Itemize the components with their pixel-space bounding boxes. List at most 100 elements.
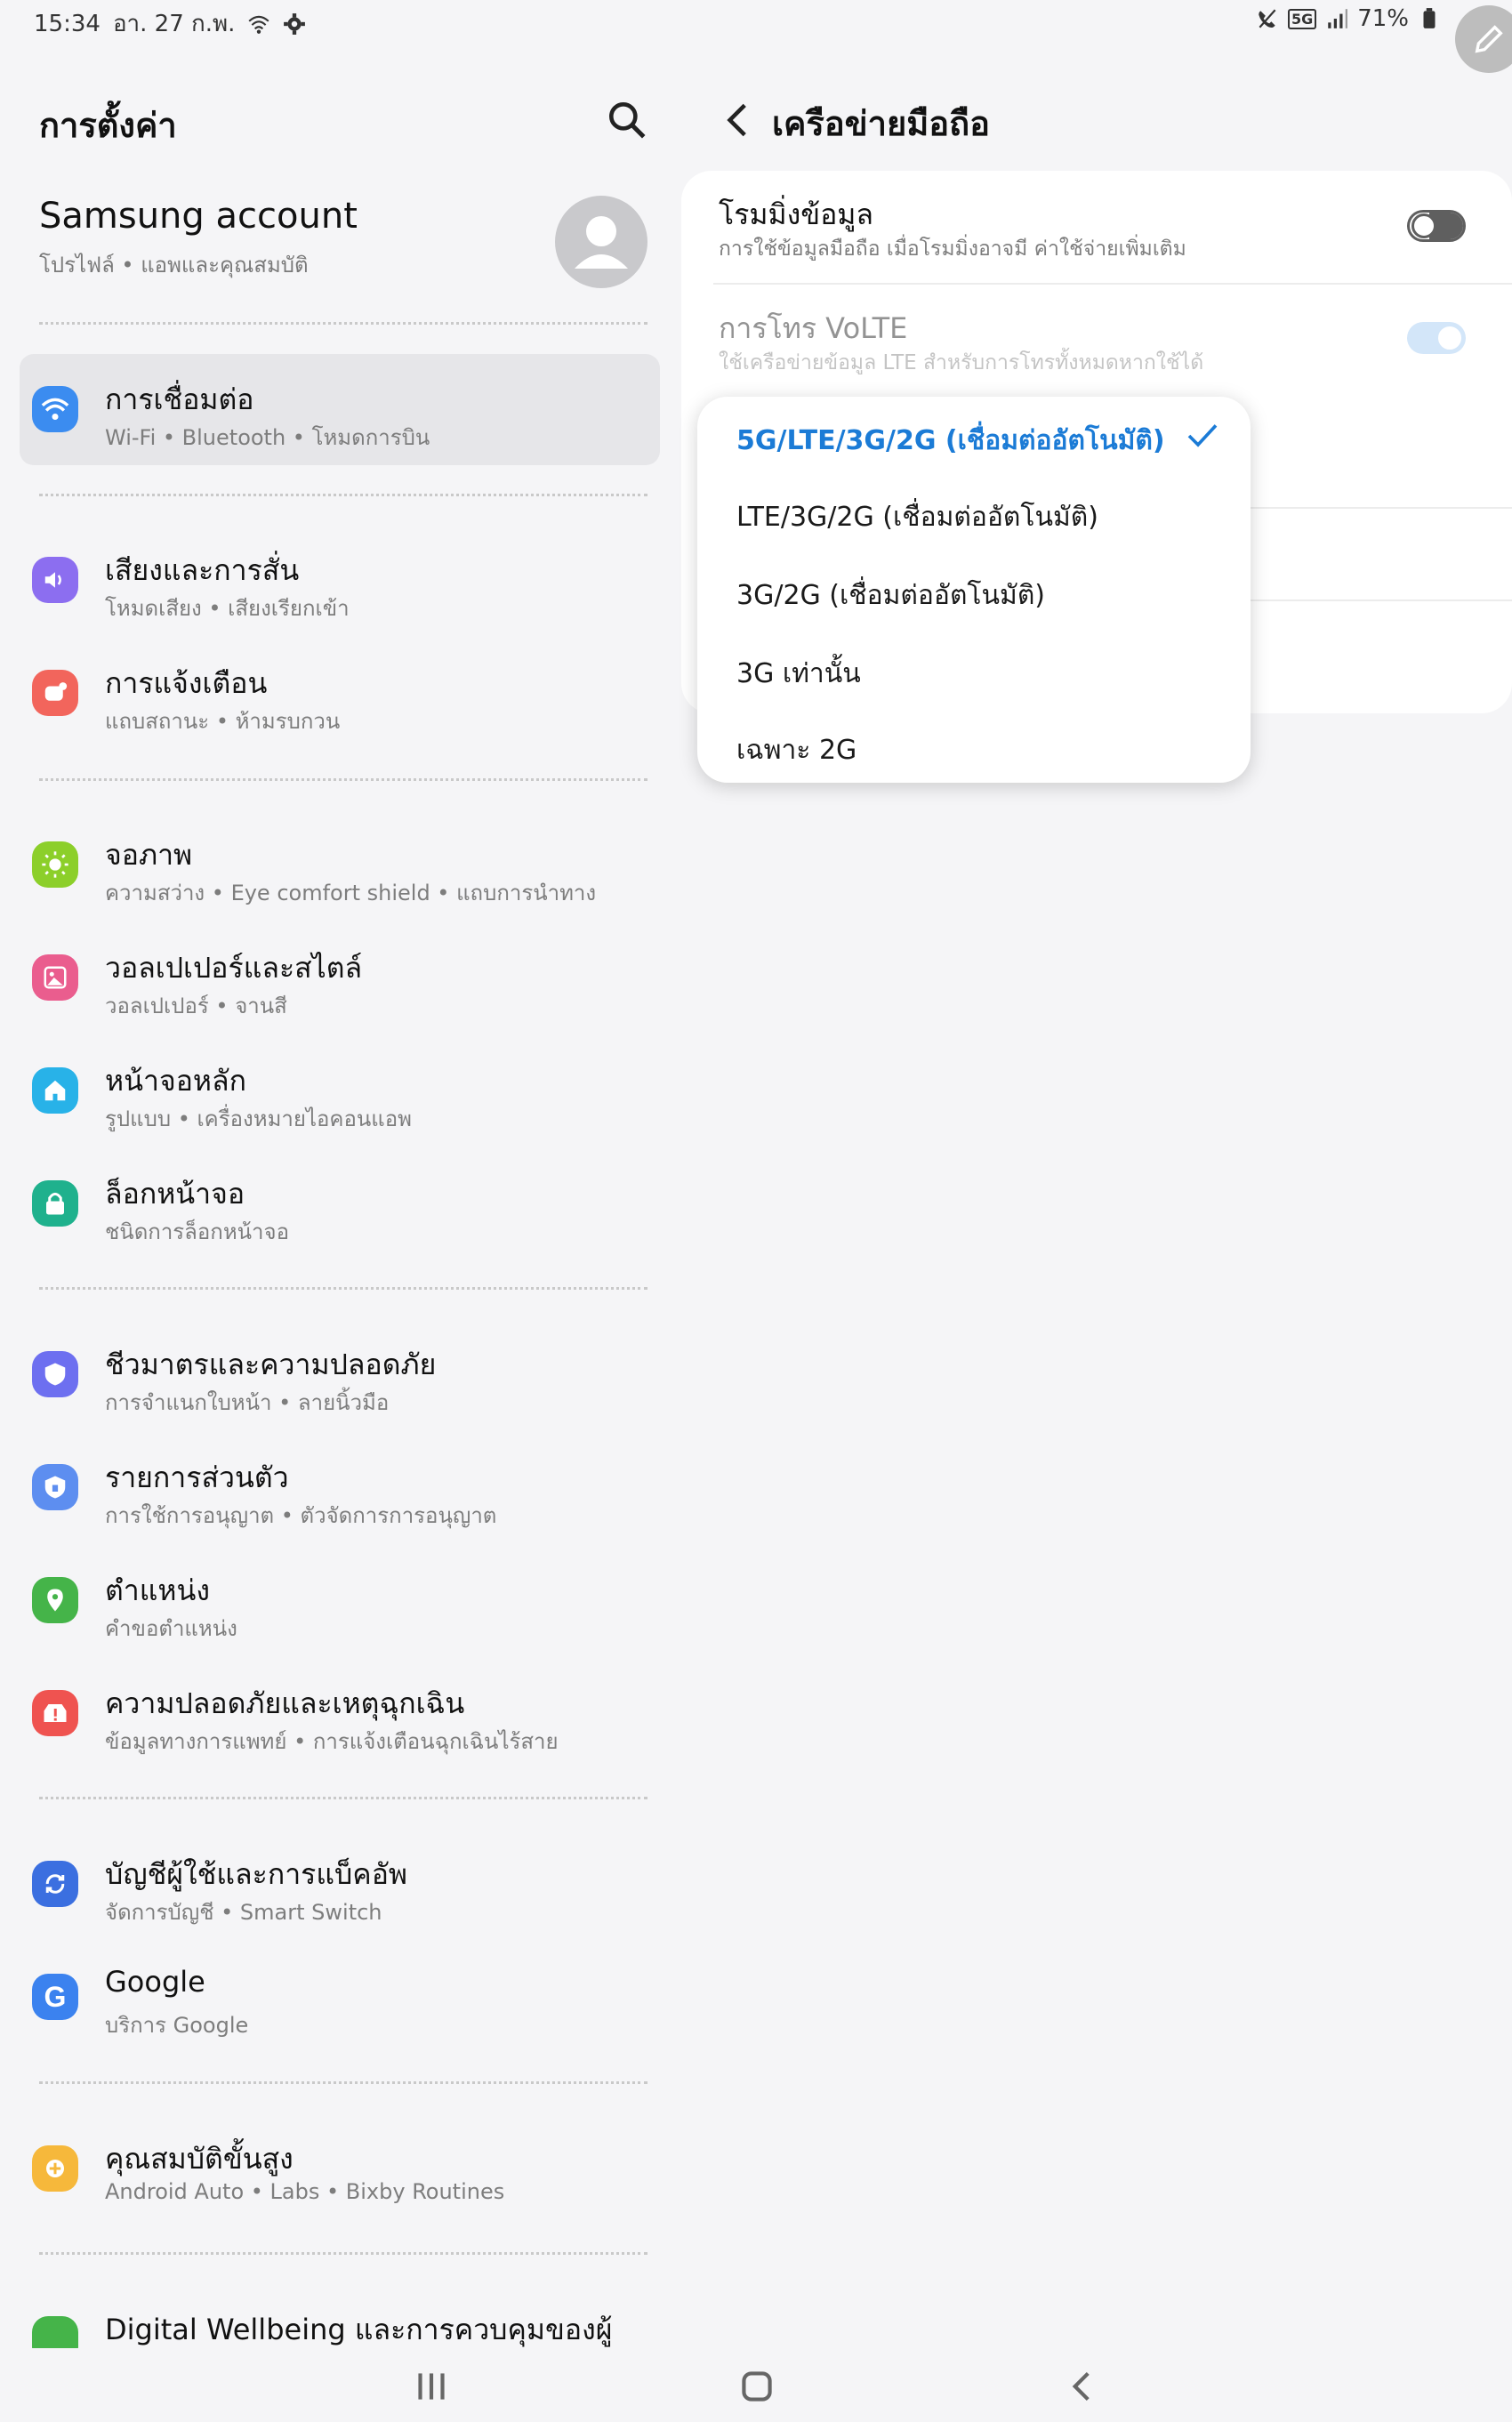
privacy-icon <box>32 1464 78 1510</box>
item-sub: การใช้การอนุญาต • ตัวจัดการการอนุญาต <box>105 1503 497 1528</box>
settings-item-location[interactable]: ตำแหน่ง คำขอตำแหน่ง <box>20 1545 660 1656</box>
home-button-icon[interactable] <box>735 2364 779 2409</box>
divider <box>39 1797 647 1799</box>
settings-item-connections[interactable]: การเชื่อมต่อ Wi-Fi • Bluetooth • โหมดการ… <box>20 354 660 465</box>
network-mode-option-3g-only[interactable]: 3G เท่านั้น <box>736 653 861 695</box>
item-title: วอลเปเปอร์และสไตล์ <box>105 951 363 985</box>
item-sub: รูปแบบ • เครื่องหมายไอคอนแอพ <box>105 1106 412 1131</box>
item-title: เสียงและการสั่น <box>105 553 300 587</box>
gear-plus-icon <box>32 2145 78 2192</box>
item-sub: แถบสถานะ • ห้ามรบกวน <box>105 709 341 734</box>
gear-icon <box>284 12 306 35</box>
item-title: การแจ้งเตือน <box>105 666 268 700</box>
divider <box>39 2252 647 2255</box>
settings-pane: การตั้งค่า Samsung account โปรไฟล์ • แอพ… <box>0 44 676 2348</box>
volte-toggle[interactable] <box>1407 322 1466 354</box>
divider <box>39 1287 647 1290</box>
item-sub: คำขอตำแหน่ง <box>105 1616 237 1641</box>
data-roaming-toggle[interactable] <box>1407 210 1466 242</box>
back-button-icon[interactable] <box>1060 2364 1105 2409</box>
divider <box>39 2081 647 2084</box>
edit-button[interactable] <box>1455 5 1512 73</box>
battery-level: 71% <box>1357 5 1409 32</box>
check-icon <box>1187 424 1218 447</box>
item-sub: ความสว่าง • Eye comfort shield • แถบการน… <box>105 881 597 905</box>
pencil-icon <box>1475 25 1503 53</box>
alert-icon <box>32 1690 78 1736</box>
shield-icon <box>32 1351 78 1397</box>
settings-item-safety[interactable]: ความปลอดภัยและเหตุฉุกเฉิน ข้อมูลทางการแพ… <box>20 1658 660 1769</box>
no-call-icon <box>1259 9 1276 28</box>
clock: 15:34 <box>34 10 101 37</box>
bell-icon <box>32 670 78 716</box>
google-icon: G <box>32 1974 78 2020</box>
network-type: 5G <box>1287 8 1317 29</box>
item-title: หน้าจอหลัก <box>105 1064 246 1098</box>
settings-item-lock-screen[interactable]: ล็อกหน้าจอ ชนิดการล็อกหน้าจอ <box>20 1148 660 1259</box>
settings-item-wallpaper[interactable]: วอลเปเปอร์และสไตล์ วอลเปเปอร์ • จานสี <box>20 922 660 1034</box>
search-icon[interactable] <box>605 98 649 142</box>
back-arrow-icon[interactable] <box>717 98 761 142</box>
divider <box>39 322 647 325</box>
settings-item-digital-wellbeing[interactable]: Digital Wellbeing และการควบคุมของผู้ <box>20 2284 660 2348</box>
speaker-icon <box>32 557 78 603</box>
settings-item-notifications[interactable]: การแจ้งเตือน แถบสถานะ • ห้ามรบกวน <box>20 638 660 749</box>
network-mode-dropdown: 5G/LTE/3G/2G (เชื่อมต่ออัตโนมัติ) LTE/3G… <box>697 397 1251 783</box>
home-icon <box>32 1067 78 1114</box>
item-sub: Android Auto • Labs • Bixby Routines <box>105 2179 505 2204</box>
divider <box>39 778 647 781</box>
location-icon <box>32 1577 78 1623</box>
item-title: Google <box>105 1965 205 1999</box>
sync-icon <box>32 1861 78 1907</box>
settings-item-home-screen[interactable]: หน้าจอหลัก รูปแบบ • เครื่องหมายไอคอนแอพ <box>20 1035 660 1147</box>
network-mode-option-2g-only[interactable]: เฉพาะ 2G <box>736 729 857 771</box>
settings-item-accounts-backup[interactable]: บัญชีผู้ใช้และการแบ็คอัพ จัดการบัญชี • S… <box>20 1829 660 1940</box>
recent-apps-icon[interactable] <box>409 2364 454 2409</box>
row-sub: ใช้เครือข่ายข้อมูล LTE สำหรับการโทรทั้งห… <box>719 351 1204 374</box>
settings-item-google[interactable]: G Google บริการ Google <box>20 1942 660 2053</box>
item-title: ตำแหน่ง <box>105 1573 210 1607</box>
item-title: ความปลอดภัยและเหตุฉุกเฉิน <box>105 1686 465 1720</box>
item-title: คุณสมบัติขั้นสูง <box>105 2142 294 2176</box>
item-sub: จัดการบัญชี • Smart Switch <box>105 1900 382 1925</box>
network-mode-option-lte[interactable]: LTE/3G/2G (เชื่อมต่ออัตโนมัติ) <box>736 496 1098 538</box>
item-title: รายการส่วนตัว <box>105 1460 289 1494</box>
sun-icon <box>32 841 78 888</box>
date: อา. 27 ก.พ. <box>112 11 236 37</box>
network-mode-option-3g2g[interactable]: 3G/2G (เชื่อมต่ออัตโนมัติ) <box>736 575 1045 616</box>
item-sub: วอลเปเปอร์ • จานสี <box>105 994 287 1018</box>
item-sub: บริการ Google <box>105 2013 249 2038</box>
person-icon <box>575 216 628 269</box>
item-sub: โหมดเสียง • เสียงเรียกเข้า <box>105 596 350 621</box>
row-title: การโทร VoLTE <box>719 311 908 345</box>
item-title: ล็อกหน้าจอ <box>105 1177 245 1211</box>
row-sub: การใช้ข้อมูลมือถือ เมื่อโรมมิ่งอาจมี ค่า… <box>719 237 1186 261</box>
settings-item-advanced[interactable]: คุณสมบัติขั้นสูง Android Auto • Labs • B… <box>20 2113 660 2225</box>
page-title: การตั้งค่า <box>39 106 177 145</box>
wifi-icon <box>32 386 78 432</box>
row-title: โรมมิ่งข้อมูล <box>719 197 873 231</box>
item-title: ชีวมาตรและความปลอดภัย <box>105 1348 437 1381</box>
item-sub: Wi-Fi • Bluetooth • โหมดการบิน <box>105 425 430 450</box>
status-bar: 15:34 อา. 27 ก.พ. 5G 71% <box>0 0 1512 73</box>
settings-item-biometrics[interactable]: ชีวมาตรและความปลอดภัย การจำแนกใบหน้า • ล… <box>20 1319 660 1430</box>
account-sub: โปรไฟล์ • แอพและคุณสมบัติ <box>39 253 309 278</box>
item-title: การเชื่อมต่อ <box>105 382 254 416</box>
wellbeing-icon <box>32 2316 78 2348</box>
item-sub: ข้อมูลทางการแพทย์ • การแจ้งเตือนฉุกเฉินไ… <box>105 1729 559 1754</box>
settings-item-privacy[interactable]: รายการส่วนตัว การใช้การอนุญาต • ตัวจัดกา… <box>20 1432 660 1543</box>
lock-icon <box>32 1180 78 1227</box>
settings-item-sounds[interactable]: เสียงและการสั่น โหมดเสียง • เสียงเรียกเข… <box>20 525 660 636</box>
avatar <box>555 196 647 288</box>
item-sub: การจำแนกใบหน้า • ลายนิ้วมือ <box>105 1390 390 1415</box>
mobile-networks-title: เครือข่ายมือถือ <box>772 104 990 143</box>
samsung-account[interactable]: Samsung account โปรไฟล์ • แอพและคุณสมบัต… <box>39 196 653 294</box>
item-title: บัญชีผู้ใช้และการแบ็คอัพ <box>105 1857 407 1891</box>
item-title: Digital Wellbeing และการควบคุมของผู้ <box>105 2313 613 2346</box>
item-title: จอภาพ <box>105 838 193 872</box>
image-icon <box>32 954 78 1001</box>
navigation-bar <box>0 2348 1512 2422</box>
settings-item-display[interactable]: จอภาพ ความสว่าง • Eye comfort shield • แ… <box>20 809 660 921</box>
divider <box>39 494 647 496</box>
network-mode-option-5g[interactable]: 5G/LTE/3G/2G (เชื่อมต่ออัตโนมัติ) <box>736 420 1165 462</box>
